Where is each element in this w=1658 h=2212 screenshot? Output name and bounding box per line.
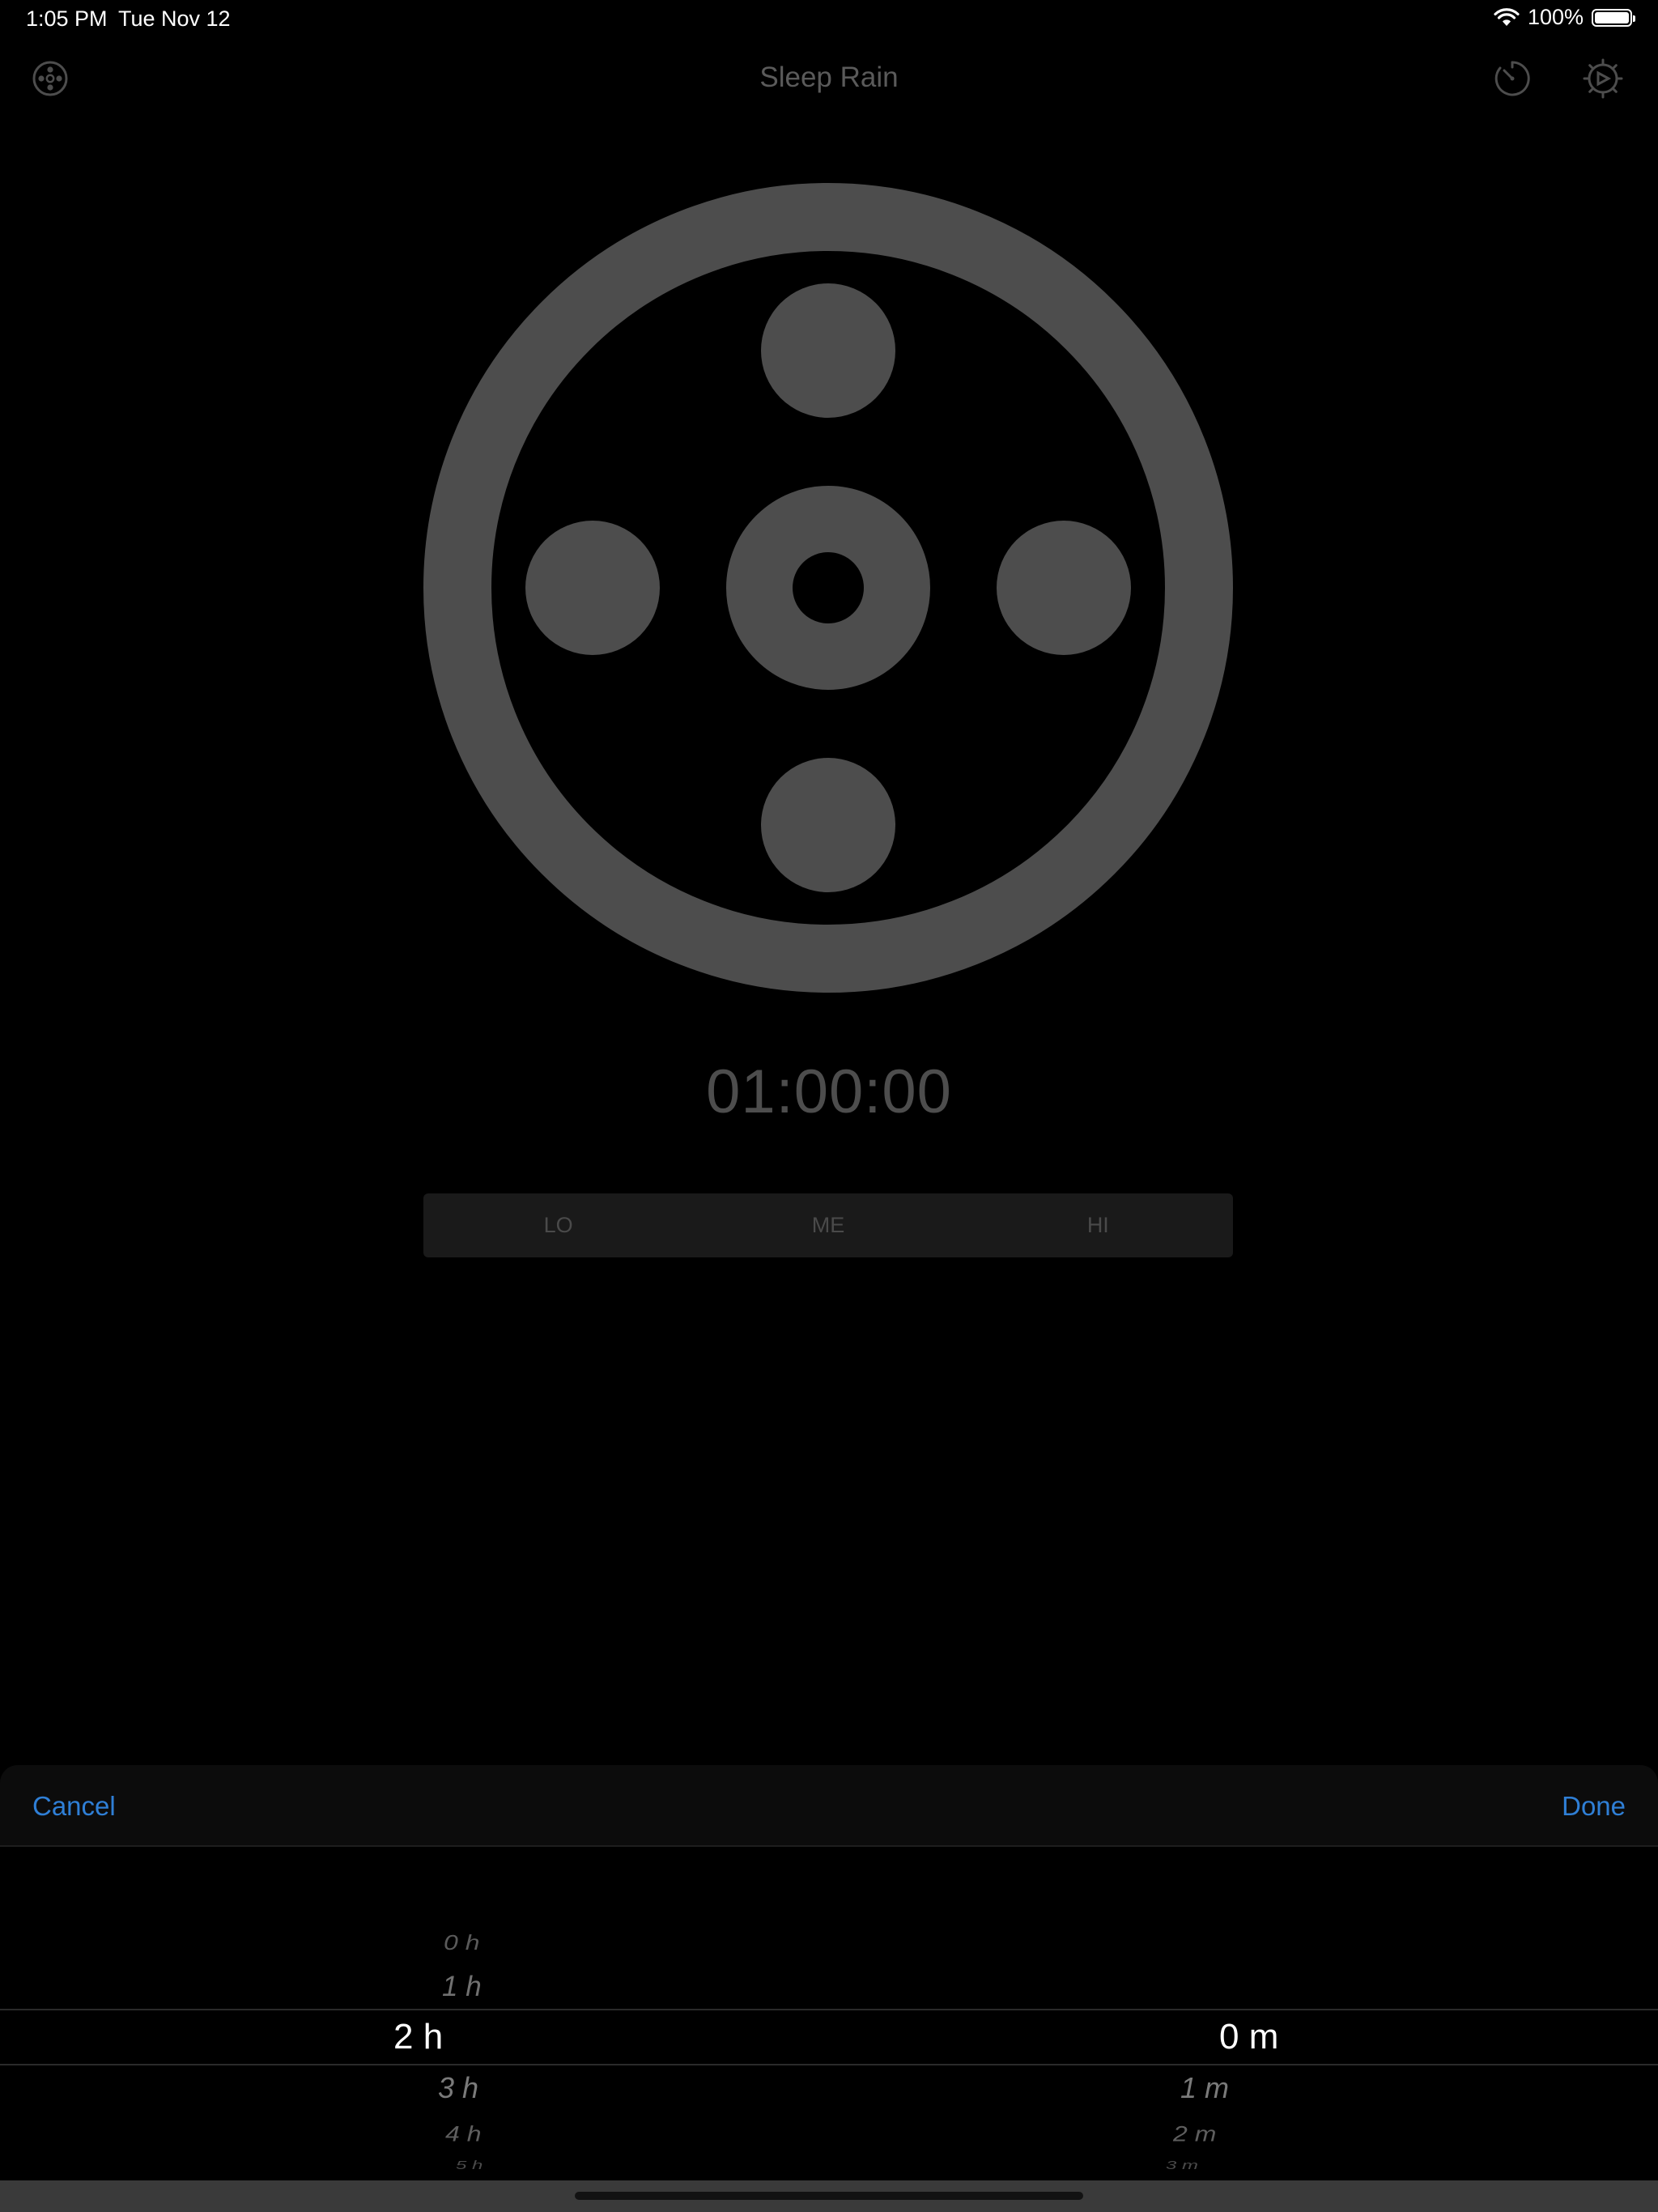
timer-display: 01:00:00 — [706, 1057, 952, 1126]
cancel-button[interactable]: Cancel — [32, 1791, 116, 1822]
settings-gear-icon[interactable] — [1580, 56, 1626, 101]
status-indicators: 100% — [1494, 5, 1635, 30]
picker-selection-top-line — [0, 2009, 1658, 2010]
duration-picker[interactable] — [0, 1848, 1658, 2180]
page-title: Sleep Rain — [759, 62, 899, 93]
rain-dial-icon[interactable] — [423, 183, 1233, 993]
hours-option[interactable]: 1 h — [442, 1971, 482, 2003]
intensity-me[interactable]: ME — [693, 1193, 963, 1257]
intensity-lo[interactable]: LO — [423, 1193, 693, 1257]
picker-toolbar — [0, 1765, 1658, 1847]
hours-option[interactable]: 5 h — [456, 2159, 483, 2173]
intensity-segmented-control: LO ME HI — [423, 1193, 1233, 1257]
dial-bottom-dot — [761, 758, 895, 892]
battery-level — [1595, 11, 1629, 23]
hours-option[interactable]: 0 h — [444, 1930, 479, 1955]
battery-percent: 100% — [1527, 5, 1584, 29]
dial-center-ring — [726, 486, 930, 690]
picker-selection-bottom-line — [0, 2064, 1658, 2065]
done-button[interactable]: Done — [1562, 1791, 1626, 1822]
hours-option[interactable]: 4 h — [445, 2121, 481, 2146]
minutes-option[interactable]: 3 m — [1166, 2159, 1198, 2173]
hours-option[interactable]: 3 h — [438, 2071, 478, 2105]
minutes-selected[interactable]: 0 m — [1219, 2017, 1278, 2057]
dial-top-dot — [761, 283, 895, 418]
minutes-option[interactable]: 1 m — [1180, 2071, 1229, 2105]
intensity-hi[interactable]: HI — [963, 1193, 1233, 1257]
dial-right-dot — [997, 521, 1131, 655]
dial-left-dot — [525, 521, 660, 655]
timer-icon[interactable] — [1490, 56, 1535, 101]
minutes-option[interactable]: 2 m — [1173, 2121, 1216, 2146]
status-time: 1:05 PM — [26, 6, 108, 31]
wifi-icon — [1494, 7, 1520, 26]
home-indicator[interactable] — [575, 2192, 1083, 2200]
battery-icon — [1592, 8, 1635, 27]
hours-selected[interactable]: 2 h — [393, 2017, 443, 2057]
status-date: Tue Nov 12 — [118, 6, 231, 31]
